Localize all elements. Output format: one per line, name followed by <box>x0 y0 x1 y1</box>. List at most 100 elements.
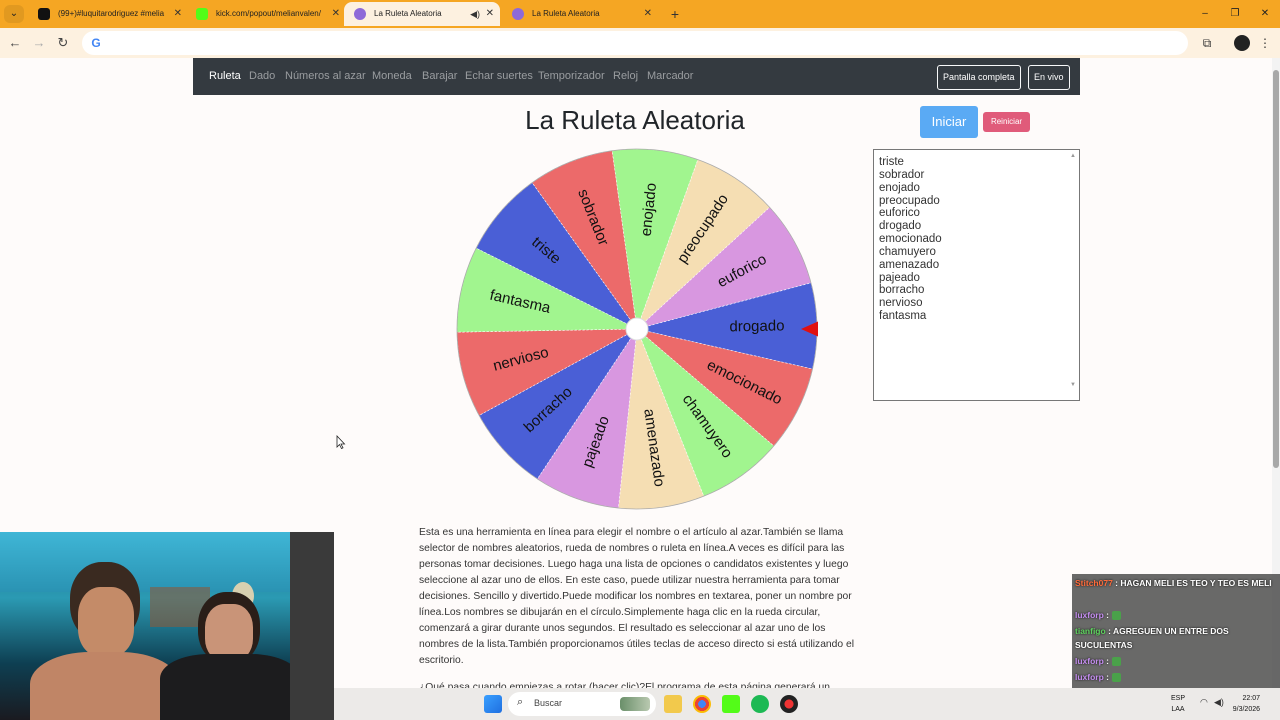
browser-tab[interactable]: (99+)#luquitarodriguez #melia ✕ <box>28 2 188 26</box>
name-entry: sobrador <box>879 168 925 181</box>
clock-date: 9/3/2026 <box>1232 706 1260 713</box>
clock-time: 22:07 <box>1242 695 1260 702</box>
speaker-icon[interactable]: ◀) <box>470 2 480 26</box>
browser-toolbar: ← → ↻ G ⧉ ⋮ <box>0 28 1280 58</box>
reload-icon[interactable]: ↻ <box>52 33 74 53</box>
extensions-icon[interactable]: ⧉ <box>1198 33 1216 53</box>
chat-username[interactable]: Stitch077 <box>1075 578 1113 588</box>
roulette-wheel-graphic[interactable]: tristesobrador enojado preocupadoeuforicod… <box>456 148 818 510</box>
windows-taskbar: ⌕ Buscar ESP LAA ◠ ◀) 22:07 9/3/2026 <box>334 688 1280 720</box>
name-entry: pajeado <box>879 271 920 284</box>
tab-title: La Ruleta Aleatoria <box>374 9 442 18</box>
minimize-button[interactable]: – <box>1190 4 1220 24</box>
name-entry: borracho <box>879 284 925 297</box>
browser-tab-strip: ⌄ (99+)#luquitarodriguez #melia ✕ kick.c… <box>0 0 1280 28</box>
taskbar-search[interactable]: ⌕ Buscar <box>508 692 656 716</box>
name-entry: nervioso <box>879 297 923 310</box>
nav-numeros-al-azar[interactable]: Números al azar <box>285 70 366 82</box>
forward-arrow-icon[interactable]: → <box>28 33 50 53</box>
scroll-down-icon[interactable]: ▼ <box>1069 380 1077 390</box>
chat-message: luxforp : <box>1075 608 1275 622</box>
obs-app-icon[interactable] <box>780 695 798 713</box>
keyboard-layout: LAA <box>1171 706 1185 713</box>
nav-dado[interactable]: Dado <box>249 70 275 82</box>
chat-text: : <box>1103 610 1110 620</box>
nav-moneda[interactable]: Moneda <box>372 70 412 82</box>
close-tab-icon[interactable]: ✕ <box>486 2 494 26</box>
scroll-up-icon[interactable]: ▲ <box>1069 151 1077 161</box>
chat-username[interactable]: luxforp <box>1075 610 1104 620</box>
close-tab-icon[interactable]: ✕ <box>174 2 182 26</box>
name-entry: triste <box>879 156 904 168</box>
wheel-center-hub[interactable] <box>625 317 649 341</box>
chat-emote-icon <box>1112 611 1122 621</box>
back-arrow-icon[interactable]: ← <box>4 33 26 53</box>
nav-reloj[interactable]: Reloj <box>613 70 638 82</box>
chat-emote-icon <box>1112 657 1122 667</box>
address-input[interactable] <box>110 34 1170 52</box>
browser-tab[interactable]: La Ruleta Aleatoria ✕ <box>502 2 658 26</box>
address-bar[interactable]: G <box>82 31 1188 55</box>
close-window-button[interactable]: ✕ <box>1250 4 1280 24</box>
tab-search-menu-icon[interactable]: ⌄ <box>4 5 24 23</box>
close-tab-icon[interactable]: ✕ <box>332 2 340 26</box>
spotify-icon[interactable] <box>751 695 769 713</box>
maximize-button[interactable]: ❐ <box>1220 4 1250 24</box>
live-button[interactable]: En vivo <box>1028 65 1070 90</box>
fullscreen-button[interactable]: Pantalla completa <box>937 65 1021 90</box>
windows-start-icon[interactable] <box>484 695 502 713</box>
name-entry: euforico <box>879 207 920 220</box>
wifi-icon[interactable]: ◠ <box>1200 697 1208 708</box>
nav-echar-suertes[interactable]: Echar suertes <box>465 70 533 82</box>
name-entry: drogado <box>879 220 922 233</box>
chat-emote-icon <box>1112 673 1122 683</box>
wheel-segment-label: drogado <box>729 317 784 335</box>
language-indicator[interactable]: ESP LAA <box>1166 693 1190 715</box>
chat-text: : <box>1103 656 1110 666</box>
names-textarea[interactable]: triste sobrador enojado preocupado euforico d… <box>873 149 1080 401</box>
chat-message: Stitch077 : HAGAN MELI ES TEO Y TEO ES M… <box>1075 576 1275 590</box>
reset-button[interactable]: Reiniciar <box>983 112 1030 132</box>
nav-marcador[interactable]: Marcador <box>647 70 693 82</box>
tiktok-favicon-icon <box>38 8 50 20</box>
file-explorer-icon[interactable] <box>664 695 682 713</box>
tab-title: kick.com/popout/melianvalen/ <box>216 9 321 18</box>
google-icon: G <box>91 36 101 50</box>
chat-text: : HAGAN MELI ES TEO Y TEO ES MELI <box>1112 578 1272 588</box>
description-text: Esta es una herramienta en línea para el… <box>419 527 854 666</box>
nav-ruleta[interactable]: Ruleta <box>209 70 241 82</box>
language-code: ESP <box>1170 695 1185 702</box>
tab-title: La Ruleta Aleatoria <box>532 9 600 18</box>
search-highlight-icon <box>620 697 650 711</box>
name-entry: fantasma <box>879 310 927 323</box>
ruleta-favicon-icon <box>512 8 524 20</box>
search-icon: ⌕ <box>517 696 524 708</box>
ruleta-favicon-icon <box>354 8 366 20</box>
name-entry: emocionado <box>879 233 942 246</box>
system-clock[interactable]: 22:07 9/3/2026 <box>1216 693 1260 715</box>
browser-menu-icon[interactable]: ⋮ <box>1258 33 1272 53</box>
name-entry: enojado <box>879 181 920 194</box>
chat-username[interactable]: luxforp <box>1075 656 1104 666</box>
scrollbar-thumb[interactable] <box>1273 70 1279 468</box>
chat-message: luxforp : <box>1075 654 1275 668</box>
names-list: triste sobrador enojado preocupado euforico d… <box>879 156 942 323</box>
kick-app-icon[interactable] <box>722 695 740 713</box>
nav-temporizador[interactable]: Temporizador <box>538 70 605 82</box>
webcam-overlay <box>0 532 334 720</box>
start-button[interactable]: Iniciar <box>920 106 978 138</box>
kick-favicon-icon <box>196 8 208 20</box>
new-tab-button[interactable]: + <box>664 3 686 25</box>
close-tab-icon[interactable]: ✕ <box>644 2 652 26</box>
chat-text: : <box>1103 672 1110 682</box>
nav-barajar[interactable]: Barajar <box>422 70 457 82</box>
name-entry: preocupado <box>879 194 940 207</box>
tab-title: (99+)#luquitarodriguez #melia <box>58 9 165 18</box>
browser-tab-active[interactable]: La Ruleta Aleatoria ◀) ✕ <box>344 2 500 26</box>
browser-tab[interactable]: kick.com/popout/melianvalen/ ✕ <box>186 2 346 26</box>
chrome-icon[interactable] <box>693 695 711 713</box>
roulette-wheel[interactable]: triste sobrador enojado preocupado euforico d… <box>456 148 818 510</box>
profile-avatar-icon[interactable] <box>1234 35 1250 51</box>
chat-username[interactable]: luxforp <box>1075 672 1104 682</box>
chat-username[interactable]: tianfigo <box>1075 626 1106 636</box>
